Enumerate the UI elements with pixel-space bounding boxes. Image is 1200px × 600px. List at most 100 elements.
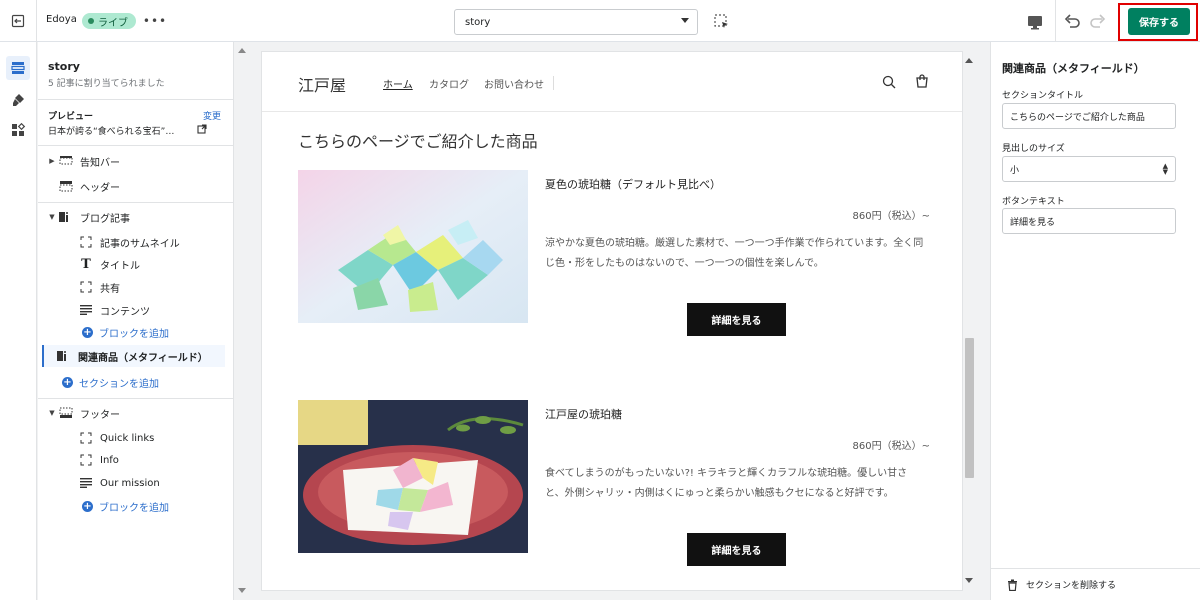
divider xyxy=(38,398,234,399)
app-embeds-tab[interactable] xyxy=(6,118,30,142)
nav-catalog[interactable]: カタログ xyxy=(429,76,469,91)
section-blog-post[interactable]: ▼ ブログ記事 xyxy=(38,206,234,228)
tree-label: Quick links xyxy=(100,432,155,444)
footer-icon xyxy=(58,406,74,420)
tree-label: ブログ記事 xyxy=(80,213,130,225)
product-price: 860円（税込）~ xyxy=(852,211,930,222)
tree-label: コンテンツ xyxy=(100,306,150,318)
more-actions-button[interactable]: ••• xyxy=(143,12,166,30)
product-card: 夏色の琥珀糖（デフォルト見比べ） 860円（税込）~ 涼やかな夏色の琥珀糖。厳選… xyxy=(298,170,930,336)
add-section-button[interactable]: + セクションを追加 xyxy=(38,371,234,393)
scroll-up-icon[interactable] xyxy=(965,58,973,63)
section-title-input[interactable]: こちらのページでご紹介した商品 xyxy=(1002,103,1176,129)
heading-size-value: 小 xyxy=(1010,165,1020,176)
add-block-button[interactable]: + ブロックを追加 xyxy=(38,495,234,517)
tree-label: 関連商品（メタフィールド） xyxy=(78,352,208,364)
text-block-icon xyxy=(78,476,94,490)
add-circle-icon: + xyxy=(62,376,73,388)
tree-label: フッター xyxy=(80,409,120,421)
blog-post-icon xyxy=(58,210,74,224)
share-block-icon xyxy=(78,280,94,294)
change-preview-link[interactable]: 変更 xyxy=(203,109,221,122)
page-template-select[interactable]: story xyxy=(454,9,698,35)
exit-icon xyxy=(11,14,25,28)
heading-size-label: 見出しのサイズ xyxy=(1002,144,1065,154)
page-select-value: story xyxy=(465,16,491,28)
desktop-icon xyxy=(1028,16,1042,30)
header-icon xyxy=(58,179,74,193)
chevron-right-icon[interactable]: ▶ xyxy=(46,157,58,165)
redo-button[interactable] xyxy=(1087,11,1109,33)
sections-sidebar: story 5 記事に割り当てられました プレビュー 変更 日本が誇る“食べられ… xyxy=(38,42,234,600)
section-header[interactable]: ヘッダー xyxy=(38,175,234,197)
block-title[interactable]: T タイトル xyxy=(38,253,234,275)
button-text-input[interactable]: 詳細を見る xyxy=(1002,208,1176,234)
chevron-down-icon xyxy=(681,18,689,23)
block-our-mission[interactable]: Our mission xyxy=(38,472,234,494)
product-image[interactable] xyxy=(298,170,528,323)
store-name: Edoya xyxy=(46,14,77,25)
nav-home[interactable]: ホーム xyxy=(383,76,413,91)
editor-icon-rail xyxy=(0,42,37,600)
tree-label: 告知バー xyxy=(80,157,120,169)
tree-label: 共有 xyxy=(100,283,120,295)
product-title[interactable]: 江戸屋の琥珀糖 xyxy=(545,406,622,422)
sections-tab[interactable] xyxy=(6,56,30,80)
nav-contact[interactable]: お問い合わせ xyxy=(484,76,544,91)
announcement-bar-icon xyxy=(58,154,74,168)
exit-button[interactable] xyxy=(0,0,37,42)
search-icon[interactable] xyxy=(881,74,897,90)
shop-logo[interactable]: 江戸屋 xyxy=(298,72,346,96)
block-content[interactable]: コンテンツ xyxy=(38,299,234,321)
add-section-label: セクションを追加 xyxy=(79,378,159,390)
theme-settings-tab[interactable] xyxy=(6,88,30,112)
chevron-down-icon[interactable]: ▼ xyxy=(46,409,58,417)
block-info[interactable]: Info xyxy=(38,449,234,471)
block-icon xyxy=(78,453,94,467)
undo-button[interactable] xyxy=(1061,11,1083,33)
live-badge-label: ライブ xyxy=(98,17,128,29)
inspector-button[interactable] xyxy=(712,12,732,32)
text-icon: T xyxy=(81,256,91,272)
tree-label: ヘッダー xyxy=(80,182,120,194)
scroll-down-icon[interactable] xyxy=(965,578,973,583)
view-details-button[interactable]: 詳細を見る xyxy=(687,533,786,566)
add-block-label: ブロックを追加 xyxy=(99,502,169,514)
block-quick-links[interactable]: Quick links xyxy=(38,427,234,449)
add-block-button[interactable]: + ブロックを追加 xyxy=(38,321,234,343)
product-card: 江戸屋の琥珀糖 860円（税込）~ 食べてしまうのがもったいない?! キラキラと… xyxy=(298,400,930,566)
shop-header: 江戸屋 ホーム カタログ お問い合わせ xyxy=(262,52,962,112)
section-related-products[interactable]: 関連商品（メタフィールド） xyxy=(42,345,225,367)
device-preview-button[interactable] xyxy=(1025,12,1045,32)
section-heading: こちらのページでご紹介した商品 xyxy=(298,132,538,151)
chevron-down-icon[interactable]: ▼ xyxy=(46,213,58,221)
section-footer[interactable]: ▼ フッター xyxy=(38,402,234,424)
product-price: 860円（税込）~ xyxy=(852,441,930,452)
section-title-label: セクションタイトル xyxy=(1002,91,1084,101)
image-block-icon xyxy=(78,235,94,249)
apps-icon xyxy=(12,122,26,136)
block-thumbnail[interactable]: 記事のサムネイル xyxy=(38,231,234,253)
external-link-icon[interactable] xyxy=(197,124,207,134)
scroll-up-icon[interactable] xyxy=(238,48,246,53)
sidebar-scrollbar[interactable] xyxy=(235,42,249,600)
delete-section-label: セクションを削除する xyxy=(1026,581,1117,591)
redo-icon xyxy=(1090,14,1106,28)
preview-scrollbar[interactable] xyxy=(962,52,976,590)
scroll-thumb[interactable] xyxy=(965,338,974,478)
product-title[interactable]: 夏色の琥珀糖（デフォルト見比べ） xyxy=(545,176,721,192)
live-dot-icon xyxy=(88,18,94,24)
section-announcement-bar[interactable]: ▶ 告知バー xyxy=(38,150,234,172)
product-image[interactable] xyxy=(298,400,528,553)
preview-article-name: 日本が誇る“食べられる宝石”… xyxy=(48,127,175,137)
scroll-down-icon[interactable] xyxy=(238,588,246,593)
block-share[interactable]: 共有 xyxy=(38,276,234,298)
save-button[interactable]: 保存する xyxy=(1128,8,1190,35)
view-details-button[interactable]: 詳細を見る xyxy=(687,303,786,336)
button-text-label: ボタンテキスト xyxy=(1002,197,1065,207)
delete-section-button[interactable]: セクションを削除する xyxy=(991,568,1200,600)
tree-label: Our mission xyxy=(100,477,160,489)
heading-size-select[interactable]: 小 ▲ ▼ xyxy=(1002,156,1176,182)
add-circle-icon: + xyxy=(82,326,93,338)
cart-icon[interactable] xyxy=(914,74,930,90)
